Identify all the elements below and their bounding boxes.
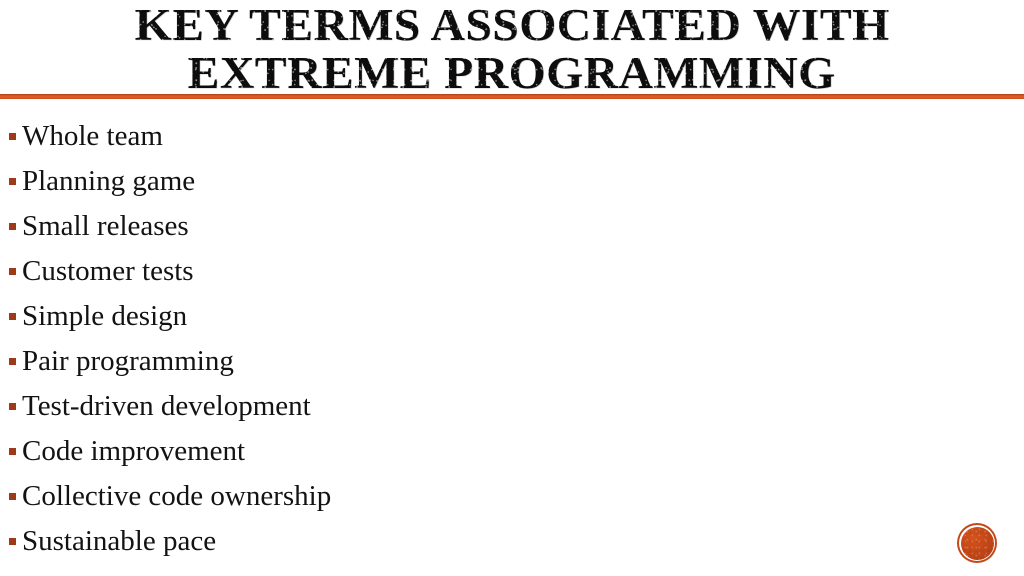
- list-item: Simple design: [0, 302, 1024, 347]
- list-item-label: Sustainable pace: [22, 525, 217, 557]
- list-item: Code improvement: [0, 437, 1024, 482]
- list-item: Customer tests: [0, 257, 1024, 302]
- list-item-label: Small releases: [22, 210, 189, 242]
- list-item-label: Collective code ownership: [22, 480, 332, 512]
- title-line-1: Key Terms Associated With: [134, 0, 890, 50]
- slide: Key Terms Associated With Extreme Progra…: [0, 0, 1024, 576]
- list-item-label: Customer tests: [22, 255, 194, 287]
- list-item: Small releases: [0, 212, 1024, 257]
- title-line-2: Extreme Programming: [187, 48, 836, 98]
- list-item-label: Pair programming: [22, 345, 234, 377]
- badge-texture: [960, 526, 994, 560]
- square-bullet-icon: [9, 223, 16, 230]
- list-item: Pair programming: [0, 347, 1024, 392]
- list-item-label: Test-driven development: [22, 390, 311, 422]
- square-bullet-icon: [9, 538, 16, 545]
- square-bullet-icon: [9, 448, 16, 455]
- title-divider-rule: [0, 94, 1024, 99]
- square-bullet-icon: [9, 268, 16, 275]
- list-item-label: Code improvement: [22, 435, 246, 467]
- list-item: Whole team: [0, 122, 1024, 167]
- square-bullet-icon: [9, 313, 16, 320]
- list-item-label: Planning game: [22, 165, 196, 197]
- list-item-label: Whole team: [22, 120, 163, 152]
- key-terms-list: Whole team Planning game Small releases …: [0, 122, 1024, 572]
- list-item: Planning game: [0, 167, 1024, 212]
- list-item: Sustainable pace: [0, 527, 1024, 572]
- square-bullet-icon: [9, 358, 16, 365]
- list-item: Test-driven development: [0, 392, 1024, 437]
- square-bullet-icon: [9, 493, 16, 500]
- slide-title: Key Terms Associated With Extreme Progra…: [0, 0, 1024, 96]
- square-bullet-icon: [9, 133, 16, 140]
- circle-badge-icon: [957, 523, 997, 563]
- list-item-label: Simple design: [22, 300, 188, 332]
- square-bullet-icon: [9, 178, 16, 185]
- list-item: Collective code ownership: [0, 482, 1024, 527]
- square-bullet-icon: [9, 403, 16, 410]
